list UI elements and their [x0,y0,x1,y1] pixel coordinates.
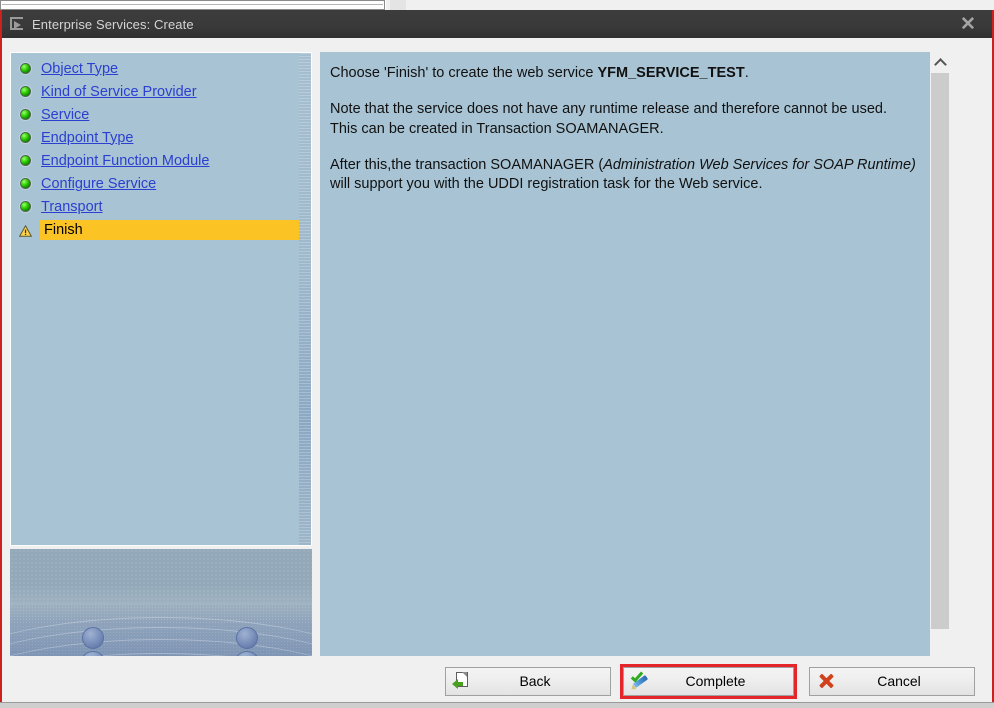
content-paragraph-3: After this,the transaction SOAMANAGER (A… [330,156,916,195]
paragraph3-italic: Administration Web Services for SOAP Run… [603,156,916,173]
wizard-decorative-image [10,549,312,671]
wizard-step-icon [10,17,26,31]
chevron-up-icon[interactable] [930,52,950,72]
content-panel: Choose 'Finish' to create the web servic… [320,52,950,671]
sidebar-item-label[interactable]: Transport [41,199,103,215]
complete-button[interactable]: Complete [623,666,794,696]
sidebar-item-label[interactable]: Configure Service [41,176,156,192]
service-name: YFM_SERVICE_TEST [597,65,745,81]
green-led-icon [20,86,31,97]
scrollbar-thumb[interactable] [931,73,949,629]
sidebar-item-endpoint-function-module[interactable]: Endpoint Function Module [11,149,311,172]
sidebar-item-object-type[interactable]: Object Type [11,57,311,80]
dialog-body: Object Type Kind of Service Provider Ser… [2,38,992,671]
sidebar-item-label: Finish [44,221,83,238]
dialog-footer: Back Complete Cancel [2,656,992,706]
sidebar-item-label[interactable]: Endpoint Function Module [41,153,209,169]
content-paragraph-2: Note that the service does not have any … [330,101,887,137]
sidebar-item-service[interactable]: Service [11,103,311,126]
content-paragraph-1: Choose 'Finish' to create the web servic… [330,64,916,83]
complete-button-highlight: Complete [620,663,797,699]
background-window-edge-inner [2,2,383,5]
background-gap [390,0,406,10]
content-scrollbar[interactable] [930,52,950,671]
green-led-icon [20,132,31,143]
check-pencil-icon [629,669,652,692]
background-right-block [386,0,994,10]
paragraph3-suffix: will support you with the UDDI registrat… [330,176,763,193]
background-window-edge [0,0,385,10]
sidebar-item-label[interactable]: Kind of Service Provider [41,84,197,100]
back-button[interactable]: Back [445,666,611,696]
warning-triangle-icon [18,224,33,237]
cancel-button[interactable]: Cancel [809,666,975,696]
green-led-icon [20,155,31,166]
back-button-label: Back [519,673,551,689]
bottom-window-chrome [0,702,994,708]
close-icon[interactable]: ✕ [950,12,986,36]
sidebar-item-label[interactable]: Endpoint Type [41,130,133,146]
paragraph3-prefix: After this,the transaction SOAMANAGER ( [330,156,604,173]
green-led-icon [20,109,31,120]
cancel-button-label: Cancel [877,673,921,689]
roadmap-panel: Object Type Kind of Service Provider Ser… [10,52,312,546]
roadmap-decorative-strip [299,53,311,545]
page-back-arrow-icon [452,671,474,691]
paragraph1-suffix: . [744,65,749,81]
green-led-icon [20,201,31,212]
sidebar-item-label[interactable]: Object Type [41,61,118,77]
sidebar-item-transport[interactable]: Transport [11,195,311,218]
sidebar-item-configure-service[interactable]: Configure Service [11,172,311,195]
sidebar-item-kind-of-service-provider[interactable]: Kind of Service Provider [11,80,311,103]
content-text-area: Choose 'Finish' to create the web servic… [320,52,930,671]
sidebar-item-endpoint-type[interactable]: Endpoint Type [11,126,311,149]
green-led-icon [20,63,31,74]
green-led-icon [20,178,31,189]
sidebar-item-finish[interactable]: Finish [11,218,311,241]
dialog-title: Enterprise Services: Create [32,16,194,32]
dialog-titlebar: Enterprise Services: Create ✕ [2,10,992,38]
red-x-icon [816,671,838,691]
paragraph1-prefix: Choose 'Finish' to create the web servic… [330,65,598,81]
enterprise-services-create-dialog: Enterprise Services: Create ✕ Object Typ… [0,10,994,708]
sidebar-item-label[interactable]: Service [41,107,89,123]
